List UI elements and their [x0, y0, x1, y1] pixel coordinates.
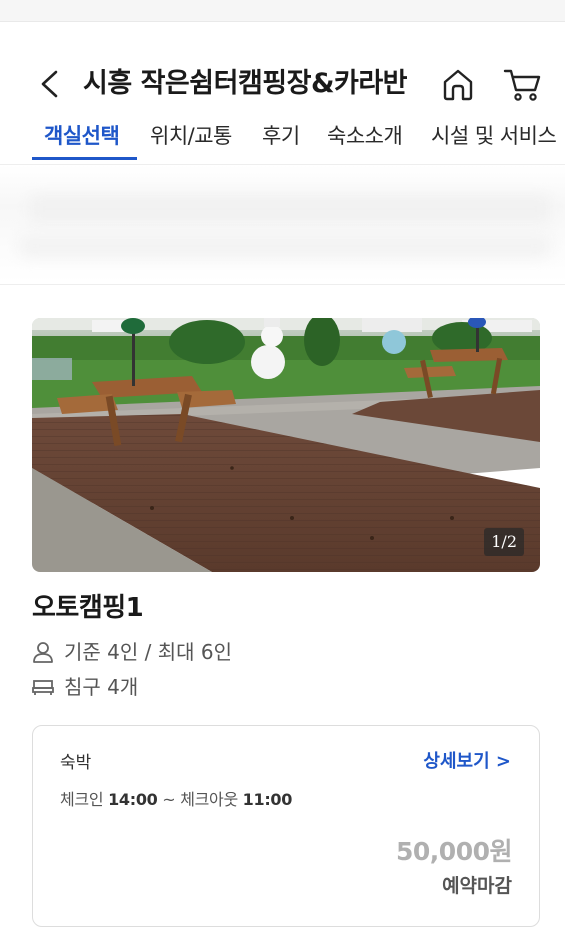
bed-icon: [32, 680, 54, 695]
blurred-banner: [0, 165, 565, 283]
person-icon: [33, 642, 53, 663]
home-icon[interactable]: [440, 66, 476, 102]
rate-card: 숙박 상세보기 > 체크인 14:00 ~ 체크아웃 11:00 50,000원…: [32, 725, 540, 927]
booking-status: 예약마감: [442, 875, 512, 897]
active-tab-indicator: [32, 157, 137, 160]
section-divider: [0, 284, 565, 285]
tab-facilities[interactable]: 시설 및 서비스: [431, 122, 557, 150]
cart-icon[interactable]: [502, 65, 542, 103]
checkin-checkout-times: 체크인 14:00 ~ 체크아웃 11:00: [60, 790, 293, 809]
price-text: 50,000원: [396, 837, 512, 866]
back-arrow-icon[interactable]: [38, 66, 60, 102]
tab-reviews[interactable]: 후기: [262, 122, 300, 150]
photo-counter: 1/2: [484, 528, 524, 556]
tab-room-select[interactable]: 객실선택: [44, 122, 120, 150]
status-bar: [0, 0, 565, 22]
capacity-text: 기준 4인 / 최대 6인: [64, 640, 233, 664]
bedding-text: 침구 4개: [64, 675, 139, 699]
room-photo[interactable]: 1/2: [32, 318, 540, 572]
detail-view-link[interactable]: 상세보기 >: [423, 750, 511, 774]
app-bar: 시흥 작은쉼터캠핑장&카라반: [0, 22, 565, 104]
room-name: 오토캠핑1: [32, 593, 144, 623]
stay-type-label: 숙박: [60, 753, 92, 773]
tab-location[interactable]: 위치/교통: [150, 122, 232, 150]
campsite-deck-image: [32, 318, 540, 572]
room-bedding: 침구 4개: [32, 674, 138, 700]
section-tabs: 객실선택 위치/교통 후기 숙소소개 시설 및 서비스: [0, 104, 565, 165]
room-capacity: 기준 4인 / 최대 6인: [32, 639, 232, 665]
page-title: 시흥 작은쉼터캠핑장&카라반: [83, 68, 408, 99]
tab-introduction[interactable]: 숙소소개: [327, 122, 403, 150]
